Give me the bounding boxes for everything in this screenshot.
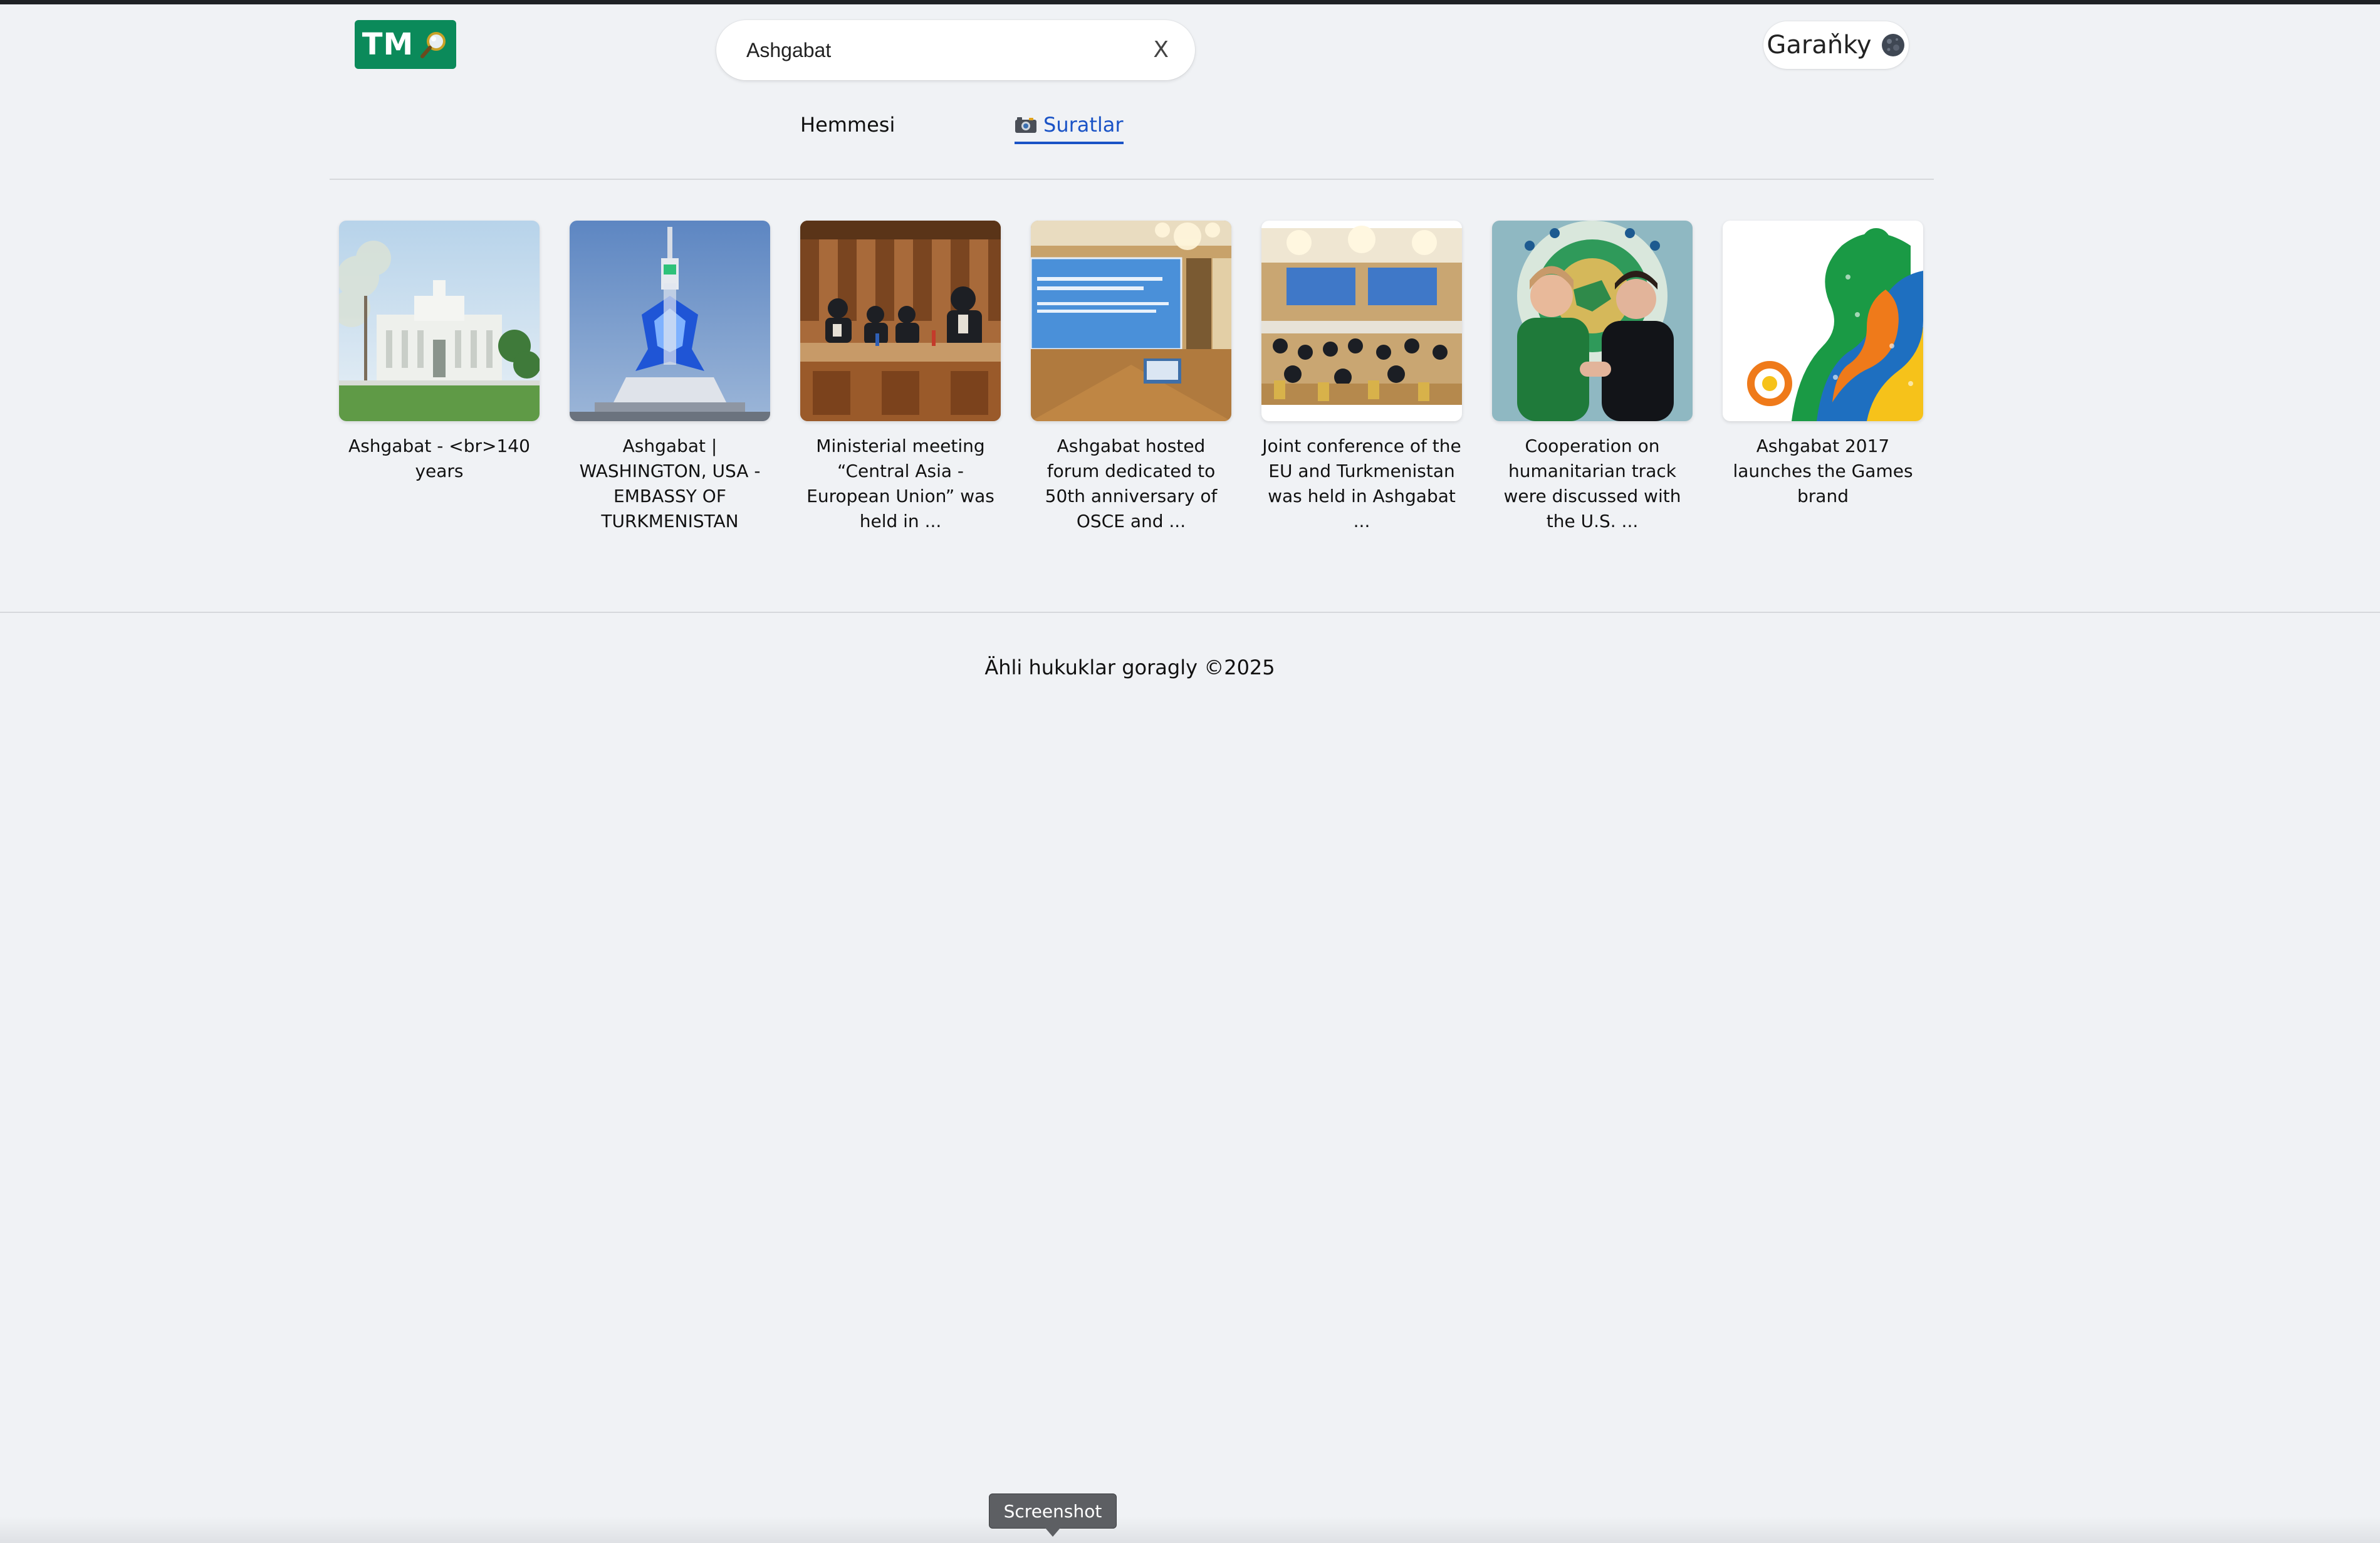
taskbar-edge <box>0 1517 2380 1543</box>
site-logo[interactable]: TM <box>355 20 456 69</box>
tooltip-arrow <box>1045 1528 1060 1537</box>
dark-mode-toggle[interactable]: Garaňky <box>1763 21 1909 69</box>
image-result-caption[interactable]: Ashgabat 2017 launches the Games brand <box>1723 434 1923 509</box>
two-women-handshake-image[interactable] <box>1492 221 1693 421</box>
image-result-caption[interactable]: Ashgabat hosted forum dedicated to 50th … <box>1031 434 1231 534</box>
image-result-card[interactable]: Ministerial meeting “Central Asia - Euro… <box>800 221 1001 534</box>
blue-tv-tower-image[interactable] <box>570 221 770 421</box>
search-bar: X <box>716 20 1195 80</box>
games-brand-pattern-image[interactable] <box>1723 221 1923 421</box>
image-result-card[interactable]: Ashgabat | WASHINGTON, USA - EMBASSY OF … <box>570 221 770 534</box>
tab-all[interactable]: Hemmesi <box>800 113 895 137</box>
meeting-table-image[interactable] <box>800 221 1001 421</box>
footer-divider <box>0 612 2380 613</box>
forum-hall-screen-image[interactable] <box>1031 221 1231 421</box>
magnifier-icon <box>420 32 446 58</box>
image-result-card[interactable]: Ashgabat - <br>140 years <box>339 221 540 484</box>
image-result-card[interactable]: Joint conference of the EU and Turkmenis… <box>1261 221 1462 534</box>
image-result-caption[interactable]: Ministerial meeting “Central Asia - Euro… <box>800 434 1001 534</box>
tabs-divider <box>330 179 1934 180</box>
moon-icon <box>1881 34 1904 56</box>
image-result-caption[interactable]: Ashgabat - <br>140 years <box>339 434 540 484</box>
tab-images[interactable]: Suratlar <box>1015 113 1124 144</box>
screenshot-tooltip: Screenshot <box>989 1493 1117 1529</box>
camera-icon <box>1015 117 1036 133</box>
conference-hall-image[interactable] <box>1261 221 1462 421</box>
image-result-card[interactable]: Ashgabat 2017 launches the Games brand <box>1723 221 1923 509</box>
footer-copyright: Ähli hukuklar goragly ©2025 <box>984 656 1275 679</box>
image-result-caption[interactable]: Joint conference of the EU and Turkmenis… <box>1261 434 1462 534</box>
image-result-caption[interactable]: Cooperation on humanitarian track were d… <box>1492 434 1693 534</box>
search-input[interactable] <box>746 31 1097 69</box>
image-result-caption[interactable]: Ashgabat | WASHINGTON, USA - EMBASSY OF … <box>570 434 770 534</box>
dark-mode-label: Garaňky <box>1767 31 1872 60</box>
tab-images-label: Suratlar <box>1043 113 1124 137</box>
image-result-card[interactable]: Ashgabat hosted forum dedicated to 50th … <box>1031 221 1231 534</box>
white-palace-with-trees-image[interactable] <box>339 221 540 421</box>
clear-search-button[interactable]: X <box>1153 34 1169 66</box>
logo-text: TM <box>362 27 414 62</box>
image-results-grid: Ashgabat - <br>140 years Ashgabat | WASH… <box>339 221 1926 547</box>
window-top-bar <box>0 0 2380 4</box>
image-result-card[interactable]: Cooperation on humanitarian track were d… <box>1492 221 1693 534</box>
